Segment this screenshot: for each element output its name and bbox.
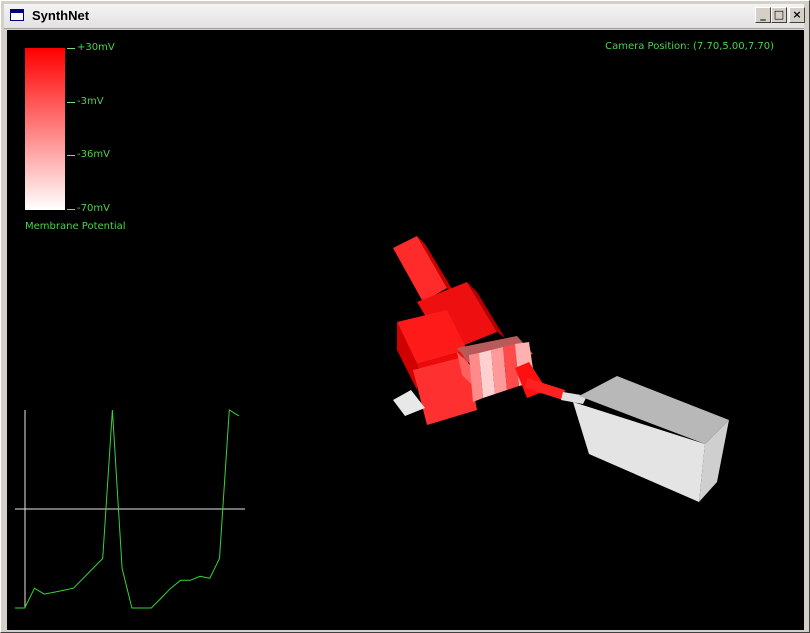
membrane-potential-trace [15, 409, 245, 609]
app-window-icon [10, 9, 24, 21]
window-title: SynthNet [32, 8, 90, 23]
3d-viewport[interactable]: +30mV -3mV -36mV -70mV Membrane Potentia… [7, 30, 804, 630]
close-button[interactable]: × [789, 7, 805, 23]
maximize-button[interactable]: □ [771, 7, 787, 23]
minimize-button[interactable]: _ [755, 7, 771, 23]
right-edge [804, 30, 809, 630]
synthnet-window: SynthNet _ □ × +30mV -3mV -36mV -70mV Me… [0, 0, 810, 633]
title-bar[interactable]: SynthNet _ □ × [4, 4, 805, 29]
